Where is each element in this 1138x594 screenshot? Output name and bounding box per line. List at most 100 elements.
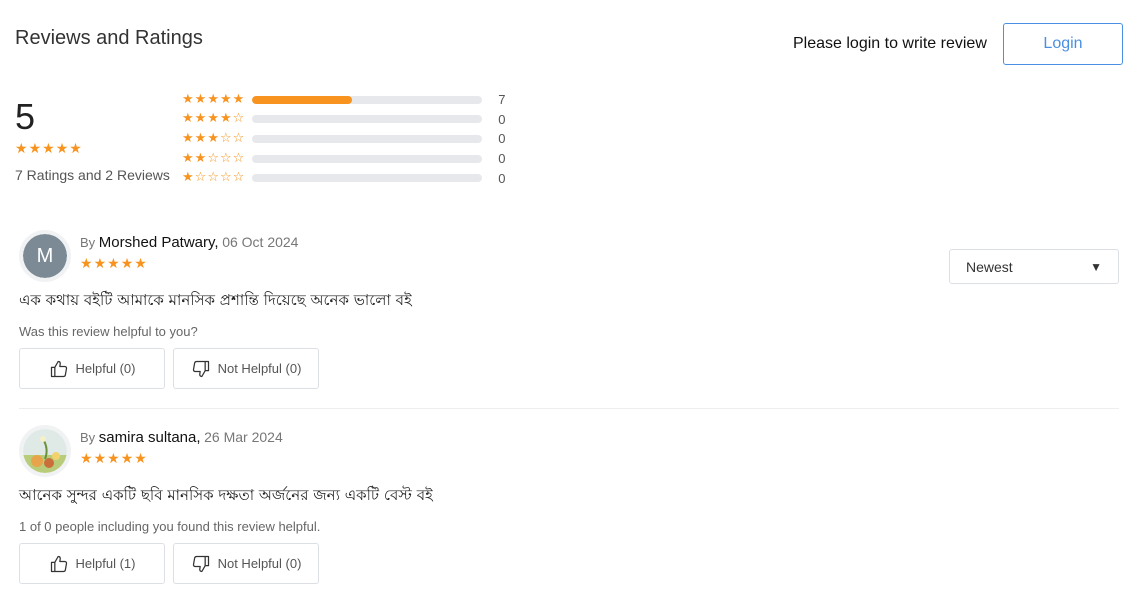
row-stars: ★ ★ ★ ☆ ☆ bbox=[182, 131, 244, 147]
star-filled-icon: ★ bbox=[182, 111, 194, 127]
distribution-bar bbox=[252, 115, 483, 124]
star-empty-icon: ☆ bbox=[207, 150, 219, 166]
star-filled-icon: ★ bbox=[80, 451, 93, 467]
star-empty-icon: ☆ bbox=[219, 150, 232, 166]
by-label: By bbox=[80, 235, 96, 250]
distribution-bar bbox=[252, 174, 483, 183]
review-item: By samira sultana, 26 Mar 2024 ★ ★ ★ ★ ★ আনে… bbox=[19, 425, 1119, 590]
not-helpful-button[interactable]: Not Helpful (0) bbox=[173, 348, 319, 389]
avatar-photo bbox=[23, 429, 67, 473]
distribution-row-5: ★ ★ ★ ★ ★ 7 bbox=[182, 90, 518, 110]
star-filled-icon: ★ bbox=[93, 256, 107, 272]
avatar: M bbox=[19, 230, 71, 282]
distribution-bar bbox=[252, 154, 483, 163]
distribution-count: 0 bbox=[498, 170, 506, 186]
not-helpful-label: Not Helpful (0) bbox=[217, 361, 302, 376]
review-byline: By samira sultana, 26 Mar 2024 bbox=[80, 429, 283, 446]
star-filled-icon: ★ bbox=[219, 91, 232, 107]
star-filled-icon: ★ bbox=[194, 150, 207, 166]
helpful-label: Helpful (1) bbox=[75, 556, 136, 571]
star-filled-icon: ★ bbox=[134, 451, 147, 467]
review-date: 26 Mar 2024 bbox=[204, 429, 283, 445]
row-stars: ★ ☆ ☆ ☆ ☆ bbox=[182, 170, 244, 186]
avatar-letter: M bbox=[23, 234, 67, 278]
row-stars: ★ ★ ☆ ☆ ☆ bbox=[182, 151, 244, 167]
row-stars: ★ ★ ★ ★ ☆ bbox=[182, 111, 244, 127]
star-filled-icon: ★ bbox=[93, 451, 107, 467]
distribution-count: 0 bbox=[498, 131, 506, 147]
distribution-row-4: ★ ★ ★ ★ ☆ 0 bbox=[182, 110, 518, 130]
helpful-button[interactable]: Helpful (0) bbox=[19, 348, 165, 389]
login-button[interactable]: Login bbox=[1003, 23, 1123, 65]
avatar bbox=[19, 425, 71, 477]
star-empty-icon: ☆ bbox=[232, 111, 245, 127]
helpful-question: Was this review helpful to you? bbox=[19, 324, 198, 339]
star-empty-icon: ☆ bbox=[219, 170, 232, 186]
not-helpful-label: Not Helpful (0) bbox=[217, 556, 302, 571]
star-filled-icon: ★ bbox=[80, 256, 93, 272]
review-item: M By Morshed Patwary, 06 Oct 2024 ★ ★ ★ ★ ★ … bbox=[19, 230, 1119, 395]
distribution-count: 0 bbox=[498, 111, 506, 127]
distribution-row-1: ★ ☆ ☆ ☆ ☆ 0 bbox=[182, 168, 518, 188]
star-filled-icon: ★ bbox=[55, 141, 69, 157]
star-filled-icon: ★ bbox=[207, 111, 219, 127]
star-filled-icon: ★ bbox=[207, 130, 219, 146]
star-empty-icon: ☆ bbox=[232, 130, 245, 146]
helpful-button[interactable]: Helpful (1) bbox=[19, 543, 165, 584]
star-filled-icon: ★ bbox=[107, 451, 120, 467]
review-byline: By Morshed Patwary, 06 Oct 2024 bbox=[80, 234, 298, 251]
helpful-label: Helpful (0) bbox=[75, 361, 136, 376]
star-filled-icon: ★ bbox=[207, 91, 219, 107]
thumbs-down-icon bbox=[192, 555, 209, 572]
star-filled-icon: ★ bbox=[134, 256, 147, 272]
star-filled-icon: ★ bbox=[182, 170, 194, 186]
star-filled-icon: ★ bbox=[182, 130, 194, 146]
star-filled-icon: ★ bbox=[120, 451, 134, 467]
ratings-summary: 7 Ratings and 2 Reviews bbox=[15, 167, 170, 183]
row-stars: ★ ★ ★ ★ ★ bbox=[182, 92, 244, 108]
star-empty-icon: ☆ bbox=[194, 170, 207, 186]
not-helpful-button[interactable]: Not Helpful (0) bbox=[173, 543, 319, 584]
star-empty-icon: ☆ bbox=[232, 170, 245, 186]
star-filled-icon: ★ bbox=[194, 91, 207, 107]
reviewer-name[interactable]: samira sultana, bbox=[99, 429, 201, 446]
star-empty-icon: ☆ bbox=[219, 130, 232, 146]
star-filled-icon: ★ bbox=[194, 111, 207, 127]
review-text: আনেক সুন্দর একটি ছবি মানসিক দক্ষতা অর্জন… bbox=[19, 486, 433, 504]
average-stars: ★ ★ ★ ★ ★ bbox=[15, 141, 82, 157]
distribution-bar bbox=[252, 95, 483, 104]
review-date: 06 Oct 2024 bbox=[222, 234, 299, 250]
star-filled-icon: ★ bbox=[219, 111, 232, 127]
thumbs-up-icon bbox=[50, 360, 67, 377]
helpful-count-text: 1 of 0 people including you found this r… bbox=[19, 519, 321, 534]
star-filled-icon: ★ bbox=[182, 91, 194, 107]
star-filled-icon: ★ bbox=[69, 141, 82, 157]
review-stars: ★ ★ ★ ★ ★ bbox=[80, 451, 147, 467]
average-rating: 5 bbox=[15, 96, 36, 137]
rating-distribution: ★ ★ ★ ★ ★ 7 ★ ★ ★ ★ ☆ 0 ★ ★ ★ ☆ ☆ 0 ★ ★ ☆ ☆ ☆ 0 ★ ☆ ☆ ☆ ☆ 0 bbox=[182, 90, 518, 188]
distribution-count: 7 bbox=[498, 92, 506, 108]
distribution-count: 0 bbox=[498, 151, 506, 167]
star-empty-icon: ☆ bbox=[232, 150, 245, 166]
star-filled-icon: ★ bbox=[42, 141, 55, 157]
thumbs-down-icon bbox=[192, 360, 209, 377]
review-text: এক কথায় বইটি আমাকে মানসিক প্রশান্তি দিয… bbox=[19, 291, 412, 309]
star-filled-icon: ★ bbox=[107, 256, 120, 272]
reviewer-name[interactable]: Morshed Patwary, bbox=[99, 234, 219, 251]
star-filled-icon: ★ bbox=[232, 91, 245, 107]
by-label: By bbox=[80, 430, 96, 445]
star-filled-icon: ★ bbox=[120, 256, 134, 272]
page-title: Reviews and Ratings bbox=[15, 27, 203, 49]
distribution-bar bbox=[252, 134, 483, 143]
review-stars: ★ ★ ★ ★ ★ bbox=[80, 256, 147, 272]
star-filled-icon: ★ bbox=[182, 150, 194, 166]
star-filled-icon: ★ bbox=[28, 141, 42, 157]
login-prompt: Please login to write review bbox=[793, 35, 987, 52]
star-filled-icon: ★ bbox=[15, 141, 28, 157]
distribution-bar-fill bbox=[252, 95, 353, 104]
star-empty-icon: ☆ bbox=[207, 170, 219, 186]
review-divider bbox=[19, 408, 1119, 409]
distribution-row-3: ★ ★ ★ ☆ ☆ 0 bbox=[182, 129, 518, 149]
star-filled-icon: ★ bbox=[194, 130, 207, 146]
distribution-row-2: ★ ★ ☆ ☆ ☆ 0 bbox=[182, 149, 518, 169]
